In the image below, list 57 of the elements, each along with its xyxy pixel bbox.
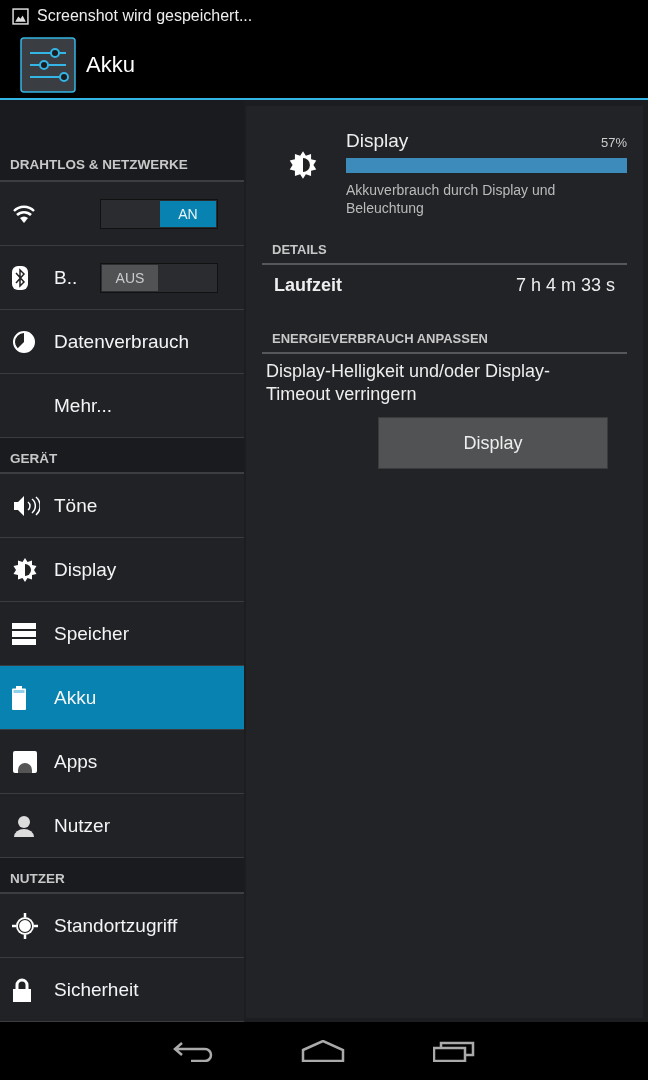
menu-item[interactable]: Apps — [0, 730, 244, 794]
home-icon[interactable] — [301, 1040, 345, 1062]
section-header: ENERGIEVERBRAUCH ANPASSEN — [272, 331, 488, 346]
display-button[interactable]: Display — [378, 417, 608, 469]
menu-item[interactable]: Speicher — [0, 602, 244, 666]
menu-item-label: Sicherheit — [54, 978, 139, 1001]
settings-icon[interactable] — [20, 37, 76, 93]
toggle-switch[interactable]: AN — [100, 198, 218, 229]
menu-item[interactable]: Display — [0, 538, 244, 602]
detail-value: 7 h 4 m 33 s — [515, 275, 615, 296]
usage-title: Display — [346, 130, 409, 152]
menu-item-label: Standortzugriff — [54, 914, 178, 937]
menu-item[interactable]: Töne — [0, 474, 244, 538]
selected-menu-item[interactable]: Akku — [0, 666, 244, 730]
switch-thumb: AN — [160, 200, 216, 227]
menu-item-label: Datenverbrauch — [54, 330, 190, 353]
screen-title: Akku — [86, 52, 135, 78]
speaker-icon — [12, 493, 40, 518]
location-icon — [12, 912, 38, 939]
section-header: NUTZER — [10, 871, 65, 886]
notification-text: Screenshot wird gespeichert... — [37, 7, 253, 25]
menu-item[interactable]: B.. AUS — [0, 246, 244, 310]
menu-item-label: Speicher — [54, 622, 129, 645]
section-header: DETAILS — [272, 242, 327, 257]
menu-item-label: Nutzer — [54, 814, 110, 837]
menu-item[interactable]: Standortzugriff — [0, 894, 244, 958]
suggestion-text: Display-Helligkeit und/oder Display-Timeout verringern — [266, 360, 552, 406]
brightness-icon — [288, 150, 318, 180]
menu-item[interactable]: Sicherheit — [0, 958, 244, 1022]
menu-item-label: B.. — [54, 266, 78, 289]
bluetooth-icon — [12, 265, 28, 290]
battery-icon — [12, 685, 26, 710]
lock-icon — [12, 977, 32, 1002]
menu-item-label: Akku — [54, 686, 97, 709]
brightness-icon — [12, 556, 38, 583]
section-header: GERÄT — [10, 451, 58, 466]
menu-item-label: Display — [54, 558, 117, 581]
wifi-icon — [12, 203, 36, 224]
usage-percent: 57% — [600, 135, 627, 150]
usage-description: Akkuverbrauch durch Display und Beleuchtung — [346, 181, 557, 217]
image-icon — [12, 7, 29, 25]
menu-item[interactable]: Mehr... — [0, 374, 244, 438]
switch-thumb: AUS — [102, 264, 158, 291]
menu-item[interactable]: AN — [0, 182, 244, 246]
menu-item[interactable]: Nutzer — [0, 794, 244, 858]
menu-item-label: Töne — [54, 494, 98, 517]
storage-icon — [12, 622, 36, 645]
recent-apps-icon[interactable] — [433, 1040, 475, 1062]
detail-label: Laufzeit — [274, 275, 342, 296]
section-header: DRAHTLOS & NETZWERKE — [10, 157, 188, 172]
pie-chart-icon — [12, 329, 36, 354]
toggle-switch[interactable]: AUS — [100, 262, 218, 293]
menu-item-label: Apps — [54, 750, 98, 773]
user-icon — [12, 813, 36, 838]
menu-item[interactable]: Datenverbrauch — [0, 310, 244, 374]
menu-item-label: Mehr... — [54, 394, 113, 417]
back-icon[interactable] — [173, 1040, 213, 1062]
